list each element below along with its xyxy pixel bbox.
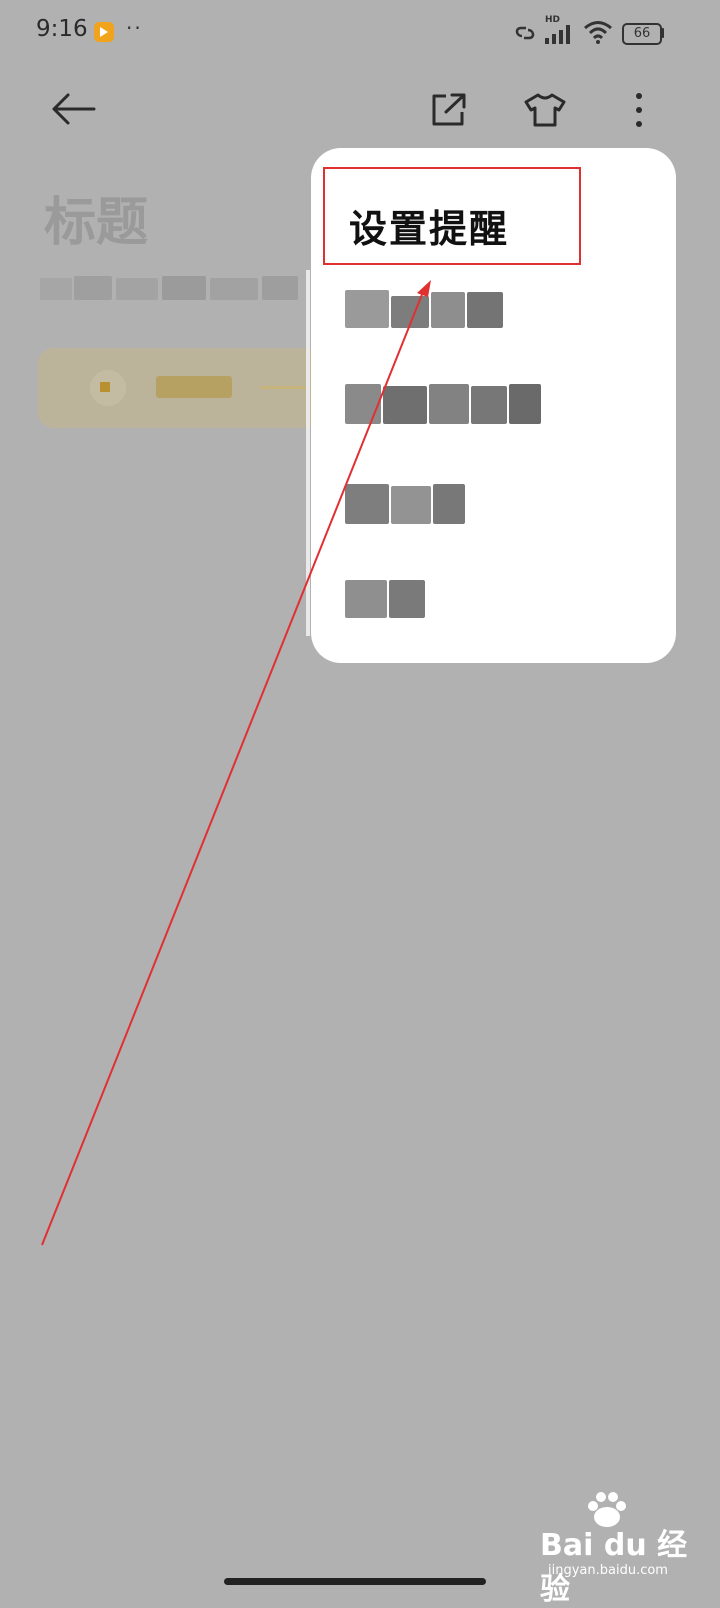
watermark-url: jingyan.baidu.com xyxy=(548,1563,668,1578)
home-indicator[interactable] xyxy=(224,1578,486,1585)
annotation-arrow xyxy=(41,280,431,1246)
watermark: Bai du 经验 jingyan.baidu.com xyxy=(540,1490,700,1607)
